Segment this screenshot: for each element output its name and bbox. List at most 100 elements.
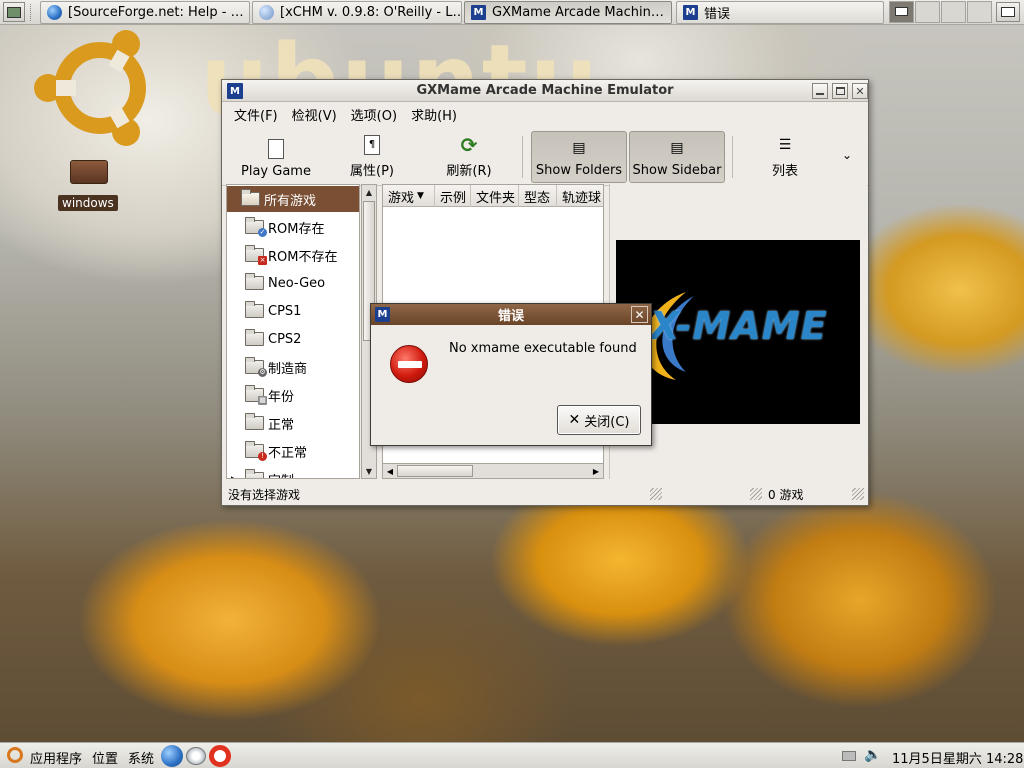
folder-icon xyxy=(245,301,264,318)
clock[interactable]: 11月5日星期六 14:28 xyxy=(892,748,1023,767)
menu-places[interactable]: 位置 xyxy=(92,748,118,767)
scroll-left-icon[interactable]: ◀ xyxy=(383,464,397,478)
show-sidebar-label: Show Sidebar xyxy=(632,163,722,178)
maximize-icon xyxy=(835,87,845,95)
task-sourceforge[interactable]: [SourceForge.net: Help - … xyxy=(40,1,250,24)
list-icon: ☰ xyxy=(778,137,792,153)
folder-icon xyxy=(245,273,264,290)
column-game[interactable]: 游戏 ▼ xyxy=(383,185,435,207)
maximize-button[interactable] xyxy=(832,83,848,99)
folder-icon xyxy=(245,329,264,346)
menu-help[interactable]: 求助(H) xyxy=(405,103,463,126)
minimize-button[interactable] xyxy=(812,83,828,99)
resize-grip-icon xyxy=(650,488,662,500)
gxmame-icon[interactable]: M xyxy=(375,307,390,322)
task-gxmame[interactable]: M GXMame Arcade Machin… xyxy=(464,1,672,24)
task-error[interactable]: M 错误 xyxy=(676,1,884,24)
close-icon: ✕ xyxy=(634,307,645,322)
list-header: 游戏 ▼ 示例 文件夹 型态 轨迹球 xyxy=(383,185,603,207)
folder-not-working[interactable]: ! 不正常 xyxy=(227,438,359,464)
window-mini-icon xyxy=(895,7,908,16)
column-label: 示例 xyxy=(440,190,467,206)
folder-all-games[interactable]: 所有游戏 xyxy=(227,186,359,212)
folder-working[interactable]: 正常 xyxy=(227,410,359,436)
game-list-hscrollbar[interactable]: ◀ ▶ xyxy=(382,463,604,479)
folder-label: ROM存在 xyxy=(268,221,325,237)
ubuntu-menu-icon[interactable] xyxy=(7,747,23,763)
properties-button[interactable]: ¶ 属性(P) xyxy=(334,131,410,183)
email-launcher-icon[interactable] xyxy=(186,747,206,765)
bottom-panel: 应用程序 位置 系统 🔈 11月5日星期六 14:28 xyxy=(0,742,1024,768)
window-titlebar[interactable]: GXMame Arcade Machine Emulator xyxy=(222,80,868,102)
folder-cps1[interactable]: CPS1 xyxy=(227,298,359,324)
window-list-icon xyxy=(1001,7,1015,17)
dialog-close-action-button[interactable]: ✕ 关闭(C) xyxy=(557,405,641,435)
desktop-icon xyxy=(7,6,21,18)
columns-icon: ▤ xyxy=(670,140,684,156)
column-type[interactable]: 型态 xyxy=(519,185,557,207)
folder-custom[interactable]: ▸ 定制 xyxy=(227,466,359,479)
gxmame-icon[interactable]: M xyxy=(227,83,243,99)
scroll-down-icon[interactable]: ▼ xyxy=(362,464,376,478)
menu-view[interactable]: 检视(V) xyxy=(286,103,343,126)
ubuntu-logo xyxy=(34,30,146,146)
menu-system[interactable]: 系统 xyxy=(128,748,154,767)
workspace-4[interactable] xyxy=(967,1,992,23)
workspace-3[interactable] xyxy=(941,1,966,23)
folder-rom-available[interactable]: ✓ ROM存在 xyxy=(227,214,359,240)
column-folder[interactable]: 文件夹 xyxy=(471,185,519,207)
folder-label: 不正常 xyxy=(268,445,308,461)
folder-label: Neo-Geo xyxy=(268,275,326,291)
hscroll-thumb[interactable] xyxy=(397,465,473,477)
folder-manufacturer[interactable]: ⚙ 制造商 xyxy=(227,354,359,380)
toolbar: Play Game ¶ 属性(P) ⟳ 刷新(R) ▤ Show Folders… xyxy=(222,128,868,186)
window-list-button[interactable] xyxy=(996,2,1020,22)
dialog-message: No xmame executable found xyxy=(449,341,637,356)
menu-applications[interactable]: 应用程序 xyxy=(30,748,82,767)
dialog-titlebar[interactable]: 错误 xyxy=(371,304,651,325)
task-label: 错误 xyxy=(704,7,731,22)
drive-tray-icon[interactable] xyxy=(842,751,856,761)
show-desktop-button[interactable] xyxy=(3,2,25,22)
resize-grip-icon[interactable] xyxy=(852,488,864,500)
list-view-button[interactable]: ☰ 列表 xyxy=(750,131,820,183)
close-icon: ✕ xyxy=(855,84,865,98)
show-folders-toggle[interactable]: ▤ Show Folders xyxy=(531,131,627,183)
drive-label[interactable]: windows xyxy=(58,195,118,211)
drive-icon[interactable] xyxy=(70,160,108,184)
volume-icon[interactable]: 🔈 xyxy=(864,747,881,763)
menu-file[interactable]: 文件(F) xyxy=(228,103,284,126)
dialog-close-button[interactable]: ✕ xyxy=(631,306,648,323)
toolbar-overflow-chevron-icon[interactable]: ⌄ xyxy=(842,148,852,162)
scroll-up-icon[interactable]: ▲ xyxy=(362,185,376,199)
dialog-title: 错误 xyxy=(497,309,524,324)
task-xchm[interactable]: [xCHM v. 0.9.8: O'Reilly - L… xyxy=(252,1,462,24)
statusbar: 没有选择游戏 0 游戏 xyxy=(222,482,868,504)
close-button[interactable]: ✕ xyxy=(852,83,868,99)
column-sample[interactable]: 示例 xyxy=(435,185,471,207)
play-game-button[interactable]: Play Game xyxy=(234,131,318,183)
show-sidebar-toggle[interactable]: ▤ Show Sidebar xyxy=(629,131,725,183)
folder-label: 所有游戏 xyxy=(264,193,317,209)
folder-label: CPS2 xyxy=(268,331,302,347)
web-browser-launcher-icon[interactable] xyxy=(161,745,183,767)
scroll-right-icon[interactable]: ▶ xyxy=(589,464,603,478)
workspace-2[interactable] xyxy=(915,1,940,23)
help-launcher-icon[interactable] xyxy=(209,745,231,767)
refresh-button[interactable]: ⟳ 刷新(R) xyxy=(432,131,506,183)
column-trackball[interactable]: 轨迹球 xyxy=(557,185,603,207)
task-label: GXMame Arcade Machin… xyxy=(492,5,664,20)
folder-cps2[interactable]: CPS2 xyxy=(227,326,359,352)
close-x-icon: ✕ xyxy=(568,412,581,428)
folder-rom-missing[interactable]: × ROM不存在 xyxy=(227,242,359,268)
column-label: 游戏 xyxy=(388,190,415,206)
expander-icon: ▸ xyxy=(231,474,236,479)
play-game-label: Play Game xyxy=(241,164,311,179)
status-right: 0 游戏 xyxy=(768,488,804,502)
workspace-1[interactable] xyxy=(889,1,914,23)
folder-year[interactable]: ▦ 年份 xyxy=(227,382,359,408)
chm-icon xyxy=(259,5,274,20)
folder-icon xyxy=(245,469,264,478)
folder-neo-geo[interactable]: Neo-Geo xyxy=(227,270,359,296)
menu-options[interactable]: 选项(O) xyxy=(345,103,403,126)
